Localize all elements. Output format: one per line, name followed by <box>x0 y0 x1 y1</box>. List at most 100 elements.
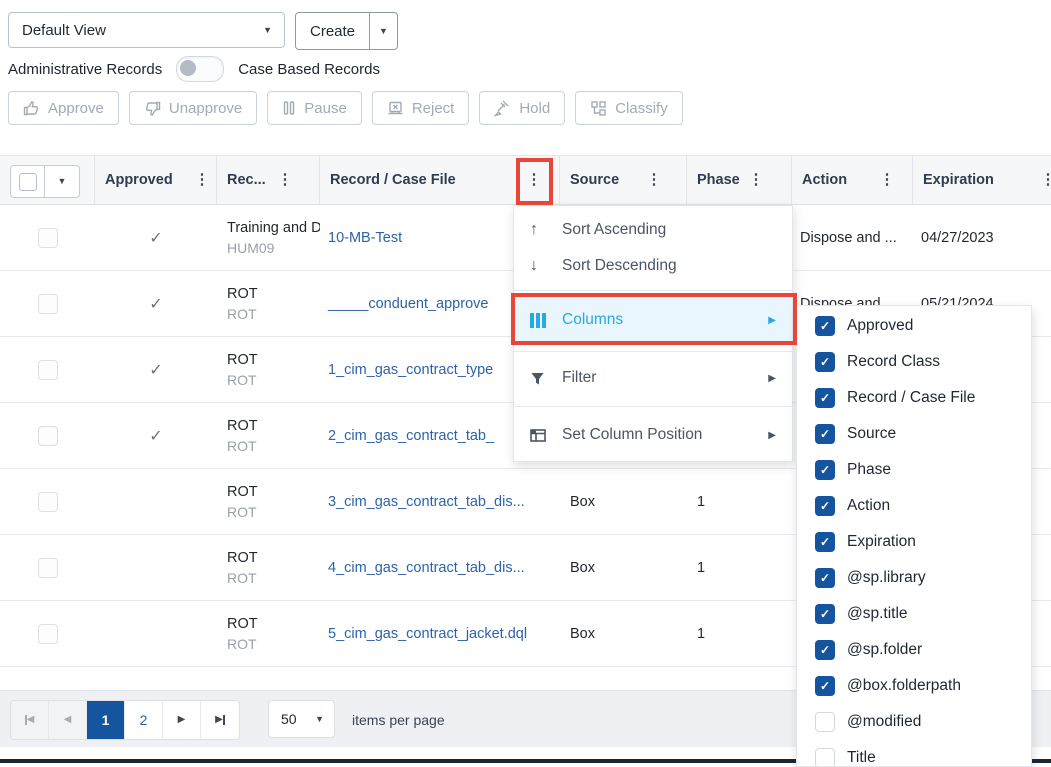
chevron-down-icon: ▼ <box>379 27 388 36</box>
submenu-item-modified[interactable]: @modified <box>797 704 1031 740</box>
row-checkbox[interactable] <box>38 492 58 512</box>
row-checkbox[interactable] <box>38 624 58 644</box>
record-file-link[interactable]: 10-MB-Test <box>328 230 402 246</box>
select-all-widget[interactable]: ▼ <box>10 165 80 198</box>
submenu-arrow-icon: ▶ <box>768 430 776 441</box>
menu-item-sort-descending[interactable]: ↓ Sort Descending <box>514 248 792 284</box>
submenu-arrow-icon: ▶ <box>768 315 776 326</box>
checkbox-icon[interactable]: ✓ <box>815 316 835 336</box>
action-column-menu-icon[interactable]: ⋮ <box>876 169 898 191</box>
last-page-button[interactable]: ▶ <box>201 701 239 739</box>
phase-column-menu-icon[interactable]: ⋮ <box>745 169 767 191</box>
reject-icon <box>387 100 404 117</box>
checkbox-icon[interactable]: ✓ <box>815 604 835 624</box>
submenu-item-expiration[interactable]: ✓Expiration <box>797 524 1031 560</box>
next-page-icon: ▶ <box>178 715 186 725</box>
select-all-checkbox[interactable] <box>11 166 44 197</box>
classify-button[interactable]: Classify <box>575 91 683 125</box>
filter-icon <box>530 371 552 386</box>
unapprove-label: Unapprove <box>169 100 242 117</box>
submenu-item-sp-library[interactable]: ✓@sp.library <box>797 560 1031 596</box>
record-case-file-column-menu-icon[interactable]: ⋮ <box>523 169 545 191</box>
approve-button[interactable]: Approve <box>8 91 119 125</box>
menu-item-filter[interactable]: Filter ▶ <box>514 358 792 398</box>
row-checkbox[interactable] <box>38 558 58 578</box>
row-checkbox[interactable] <box>38 294 58 314</box>
checkbox-icon[interactable]: ✓ <box>815 388 835 408</box>
checkbox-icon[interactable]: ✓ <box>815 352 835 372</box>
submenu-item-approved[interactable]: ✓Approved <box>797 308 1031 344</box>
submenu-item-box-folderpath[interactable]: ✓@box.folderpath <box>797 668 1031 704</box>
columns-icon <box>530 313 552 328</box>
grid-header: ▼ Approved Rec... Record / Case File Sou… <box>0 155 1051 205</box>
next-page-button[interactable]: ▶ <box>163 701 201 739</box>
checkbox-icon[interactable]: ✓ <box>815 496 835 516</box>
pager-buttons: ◀ ◀ 1 2 ▶ ▶ <box>10 700 240 740</box>
menu-item-set-column-position[interactable]: Set Column Position ▶ <box>514 415 792 455</box>
approved-column-menu-icon[interactable]: ⋮ <box>191 169 213 191</box>
previous-page-icon: ◀ <box>64 715 72 725</box>
submenu-item-phase[interactable]: ✓Phase <box>797 452 1031 488</box>
record-file-link[interactable]: 5_cim_gas_contract_jacket.dql <box>328 626 527 642</box>
menu-item-sort-ascending[interactable]: ↑ Sort Ascending <box>514 212 792 248</box>
checkbox-icon[interactable]: ✓ <box>815 568 835 588</box>
row-checkbox[interactable] <box>38 426 58 446</box>
submenu-item-record-class[interactable]: ✓Record Class <box>797 344 1031 380</box>
first-page-button[interactable]: ◀ <box>11 701 49 739</box>
checkbox-icon[interactable]: ✓ <box>815 676 835 696</box>
source-cell: Box <box>560 535 687 601</box>
checkbox-icon[interactable]: ✓ <box>815 460 835 480</box>
record-file-link[interactable]: _____conduent_approve <box>328 296 488 312</box>
checkbox-icon[interactable]: ✓ <box>815 424 835 444</box>
pause-button[interactable]: Pause <box>267 91 362 125</box>
record-file-link[interactable]: 4_cim_gas_contract_tab_dis... <box>328 560 525 576</box>
submenu-item-sp-title[interactable]: ✓@sp.title <box>797 596 1031 632</box>
record-class-column-menu-icon[interactable]: ⋮ <box>274 169 296 191</box>
column-header-phase[interactable]: Phase <box>687 156 792 204</box>
page-2-button[interactable]: 2 <box>125 701 163 739</box>
unapprove-button[interactable]: Unapprove <box>129 91 257 125</box>
create-split-button[interactable]: Create ▼ <box>295 12 398 50</box>
page-1-button[interactable]: 1 <box>87 701 125 739</box>
create-dropdown-arrow[interactable]: ▼ <box>369 13 397 49</box>
view-selector-dropdown[interactable]: Default View ▼ <box>8 12 285 48</box>
record-type-toggle[interactable] <box>176 56 224 82</box>
checkbox-icon[interactable] <box>815 712 835 732</box>
expiration-cell: 04/27/2023 <box>913 205 1051 271</box>
record-file-link[interactable]: 3_cim_gas_contract_tab_dis... <box>328 494 525 510</box>
row-checkbox[interactable] <box>38 228 58 248</box>
row-checkbox[interactable] <box>38 360 58 380</box>
expiration-column-menu-icon[interactable]: ⋮ <box>1037 169 1051 191</box>
thumbs-up-icon <box>23 100 40 117</box>
page-size-dropdown[interactable]: 50 ▼ <box>268 700 335 738</box>
set-column-position-icon <box>530 428 552 443</box>
submenu-item-title[interactable]: Title <box>797 740 1031 767</box>
checkbox-icon[interactable] <box>815 748 835 767</box>
source-column-menu-icon[interactable]: ⋮ <box>643 169 665 191</box>
create-button[interactable]: Create <box>296 13 369 49</box>
submenu-item-action[interactable]: ✓Action <box>797 488 1031 524</box>
reject-button[interactable]: Reject <box>372 91 470 125</box>
column-header-record-class[interactable]: Rec... <box>217 156 320 204</box>
phase-cell: 1 <box>687 469 792 535</box>
record-file-link[interactable]: 1_cim_gas_contract_type <box>328 362 493 378</box>
checkbox-icon[interactable]: ✓ <box>815 640 835 660</box>
checkbox-icon[interactable]: ✓ <box>815 532 835 552</box>
record-file-link[interactable]: 2_cim_gas_contract_tab_ <box>328 428 494 444</box>
submenu-item-record-case-file[interactable]: ✓Record / Case File <box>797 380 1031 416</box>
actions-toolbar: Approve Unapprove Pause Reject Hold Clas… <box>8 91 683 125</box>
select-all-dropdown[interactable]: ▼ <box>44 166 79 197</box>
approved-checkmark: ✓ <box>95 403 217 469</box>
reject-label: Reject <box>412 100 455 117</box>
submenu-item-source[interactable]: ✓Source <box>797 416 1031 452</box>
case-based-records-label: Case Based Records <box>238 61 380 78</box>
items-per-page-label: items per page <box>352 691 445 748</box>
previous-page-button[interactable]: ◀ <box>49 701 87 739</box>
menu-separator <box>514 290 792 291</box>
menu-item-columns[interactable]: Columns ▶ <box>514 297 792 343</box>
page-size-value: 50 <box>281 711 297 727</box>
column-header-source[interactable]: Source <box>560 156 687 204</box>
column-header-expiration[interactable]: Expiration <box>913 156 1051 204</box>
submenu-item-sp-folder[interactable]: ✓@sp.folder <box>797 632 1031 668</box>
hold-button[interactable]: Hold <box>479 91 565 125</box>
